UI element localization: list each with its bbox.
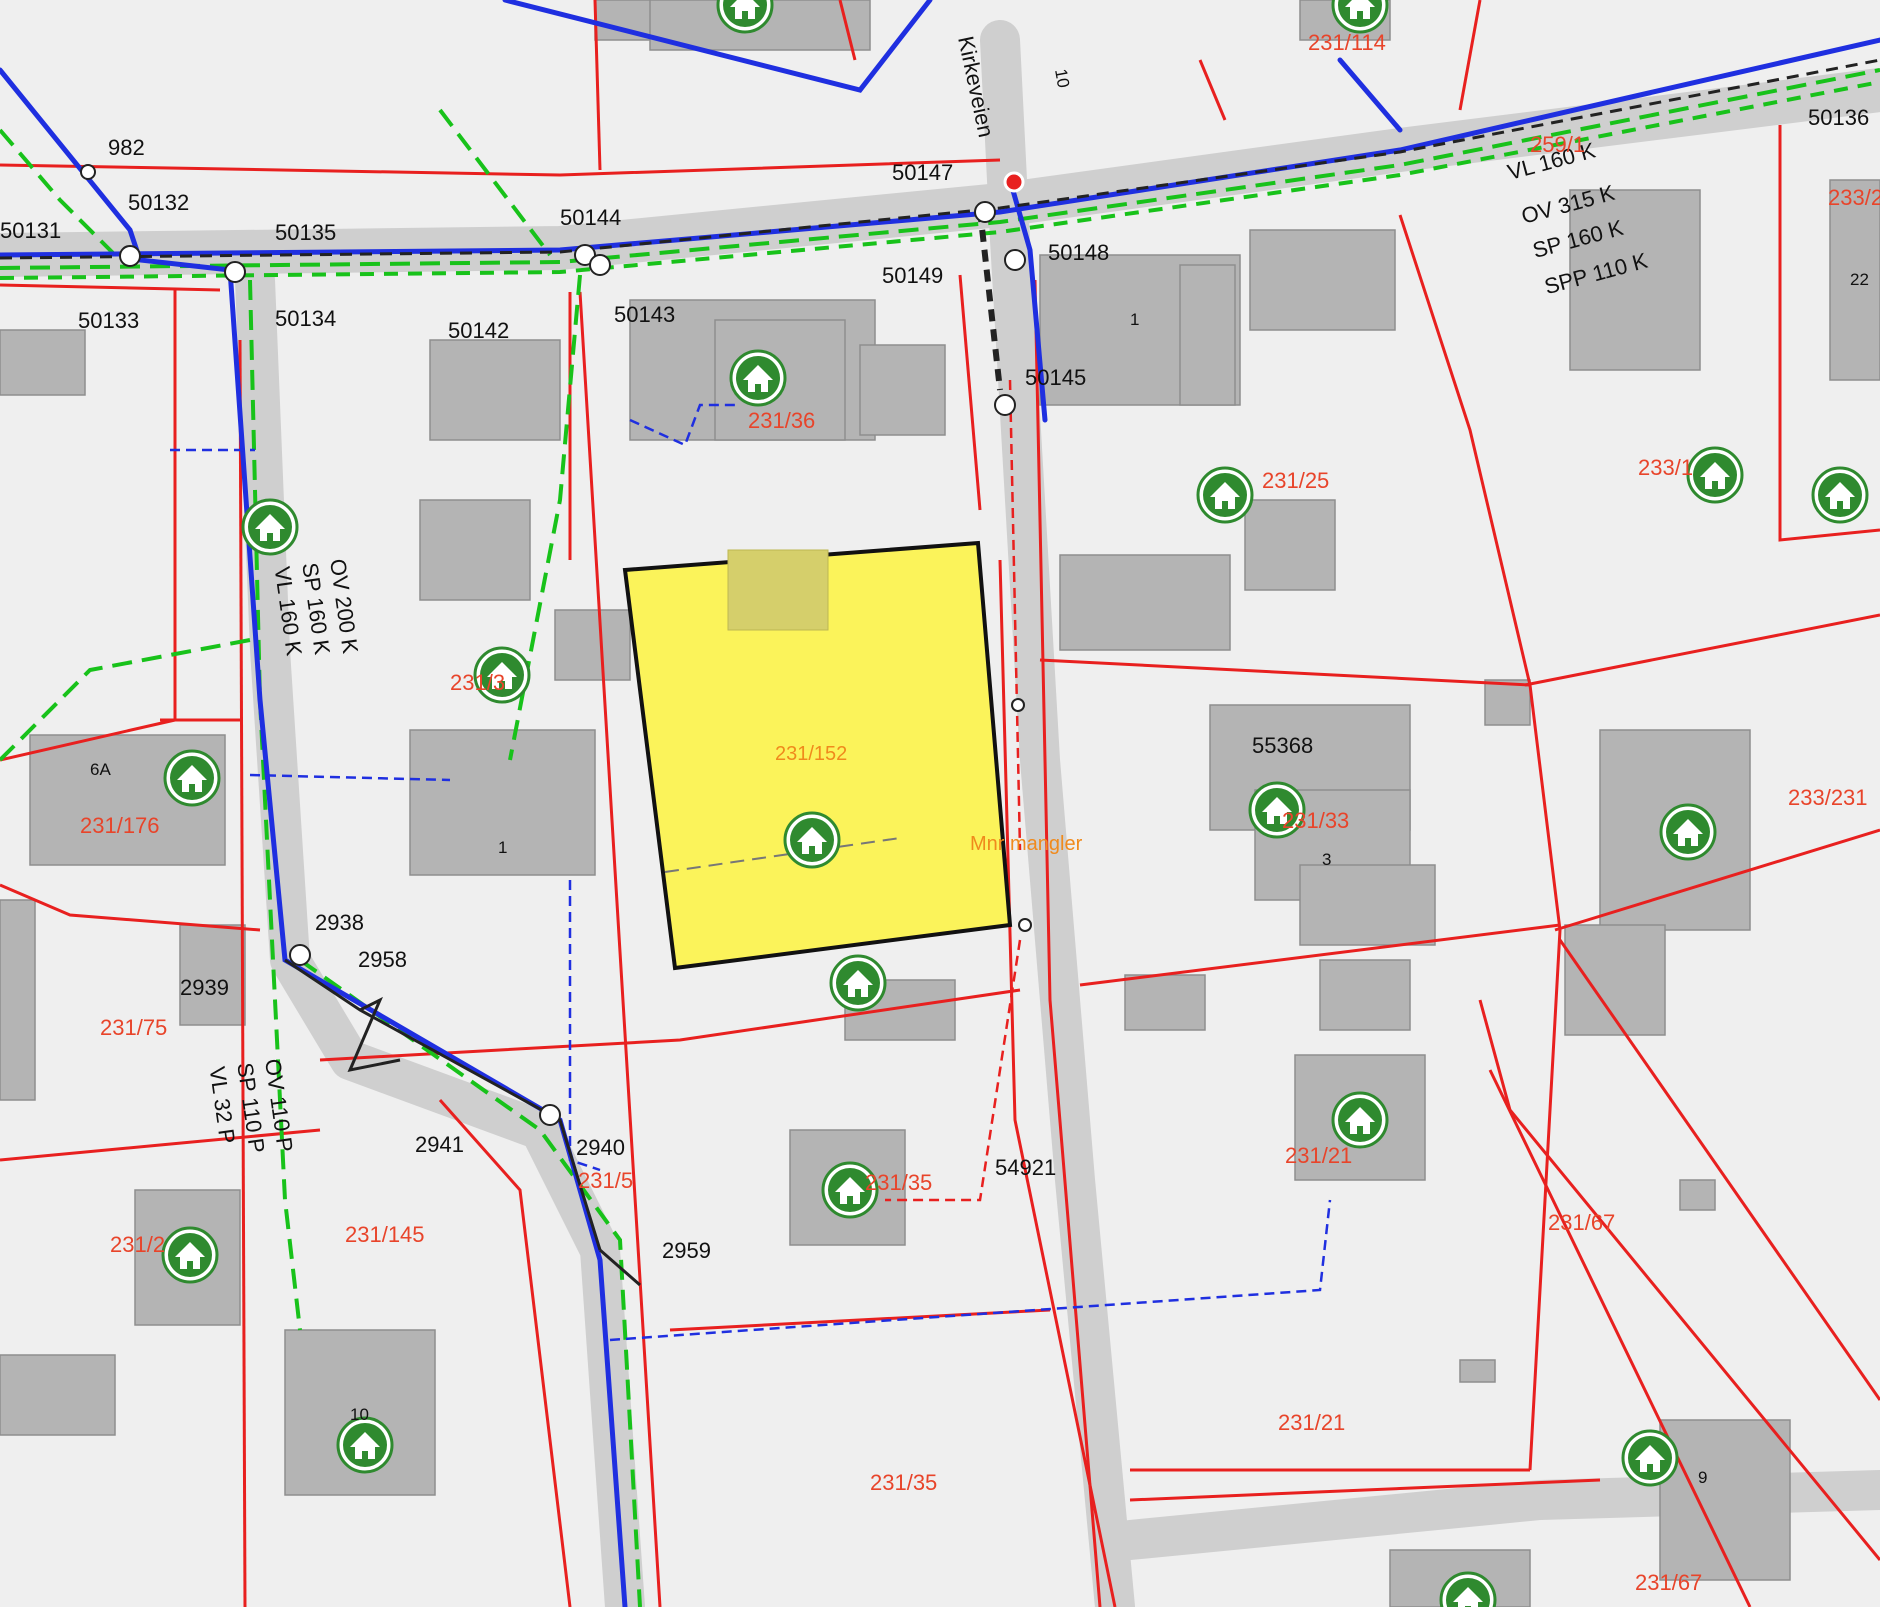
node-label: 55368: [1252, 733, 1313, 758]
building: [554, 609, 631, 681]
red-hydrant-marker: [1003, 171, 1025, 193]
building: [419, 499, 531, 601]
parcel-label: 231/36: [748, 408, 815, 433]
utility-map[interactable]: 982 50132 50131 50135 50133 50134 50144 …: [0, 0, 1880, 1607]
house-icon: [1196, 466, 1254, 524]
house-number: 6A: [90, 760, 111, 779]
building: [0, 1354, 116, 1436]
parcel-label: 231/25: [1262, 468, 1329, 493]
node-label: 2940: [576, 1135, 625, 1160]
parcel-label: 233/2: [1828, 185, 1880, 210]
building: [1124, 974, 1206, 1031]
building: [0, 899, 36, 1101]
building: [1459, 1359, 1496, 1383]
node-label: 50135: [275, 220, 336, 245]
house-icon: [1686, 446, 1744, 504]
node-label: 2959: [662, 1238, 711, 1263]
building: [1249, 229, 1396, 331]
house-number: 9: [1698, 1468, 1707, 1487]
parcel-label: 233/1: [1638, 455, 1693, 480]
node-label: 2941: [415, 1132, 464, 1157]
node-label: 50145: [1025, 365, 1086, 390]
house-icon: [829, 954, 887, 1012]
node-label: 50147: [892, 160, 953, 185]
house-number: 10: [1051, 67, 1073, 89]
building: [727, 549, 829, 631]
parcel-label: 231/5: [578, 1168, 633, 1193]
house-icon: [161, 1226, 219, 1284]
building: [1299, 864, 1436, 946]
building: [1484, 679, 1531, 726]
node-label: 50131: [0, 218, 61, 243]
parcel-label: 231/145: [345, 1222, 425, 1247]
node-label: 50142: [448, 318, 509, 343]
house-number: 1: [1130, 310, 1139, 329]
node-label: 50134: [275, 306, 336, 331]
house-icon: [783, 811, 841, 869]
node-label: 50148: [1048, 240, 1109, 265]
parcel-label: 233/231: [1788, 785, 1868, 810]
building: [1059, 554, 1231, 651]
parcel-label: 231/35: [870, 1470, 937, 1495]
node-label: 2939: [180, 975, 229, 1000]
parcel-label: 231/176: [80, 813, 160, 838]
house-icon: [163, 749, 221, 807]
building: [859, 344, 946, 436]
parcel-label: 231/21: [1278, 1410, 1345, 1435]
node-label: 982: [108, 135, 145, 160]
west-road-annotations: OV 200 K SP 160 K VL 160 K: [270, 557, 364, 657]
house-icon: [241, 498, 299, 556]
building: [1179, 264, 1236, 406]
house-icon: [336, 1416, 394, 1474]
house-icon: [729, 349, 787, 407]
node-label: 2938: [315, 910, 364, 935]
node-label: 50144: [560, 205, 621, 230]
node-label: 50136: [1808, 105, 1869, 130]
building: [0, 329, 86, 396]
building: [429, 339, 561, 441]
house-number: 1: [498, 838, 507, 857]
node-label: 2958: [358, 947, 407, 972]
house-icon: [1621, 1429, 1679, 1487]
node-label: 50132: [128, 190, 189, 215]
node-label: 50149: [882, 263, 943, 288]
parcel-label: 231/35: [865, 1170, 932, 1195]
missing-number-note: Mnr mangler: [970, 833, 1083, 855]
selected-parcel-label: 231/152: [775, 743, 847, 765]
house-number: 22: [1850, 270, 1869, 289]
building: [1319, 959, 1411, 1031]
parcel-label: 231/33: [1282, 808, 1349, 833]
parcel-label: 259/1: [1530, 132, 1585, 157]
parcel-label: 231/67: [1548, 1210, 1615, 1235]
building: [1244, 499, 1336, 591]
node-label: 50143: [614, 302, 675, 327]
parcel-label: 231/2: [110, 1232, 165, 1257]
node-label: 54921: [995, 1155, 1056, 1180]
house-number: 3: [1322, 850, 1331, 869]
house-icon: [1331, 1091, 1389, 1149]
building: [1679, 1179, 1716, 1211]
parcel-label: 231/21: [1285, 1143, 1352, 1168]
parcel-label: 231/3: [450, 670, 505, 695]
node-label: 50133: [78, 308, 139, 333]
parcel-label: 231/114: [1308, 30, 1386, 55]
house-icon: [1811, 466, 1869, 524]
parcel-label: 231/67: [1635, 1570, 1702, 1595]
parcel-label: 231/75: [100, 1015, 167, 1040]
house-icon: [1659, 803, 1717, 861]
house-number: 10: [350, 1405, 369, 1424]
